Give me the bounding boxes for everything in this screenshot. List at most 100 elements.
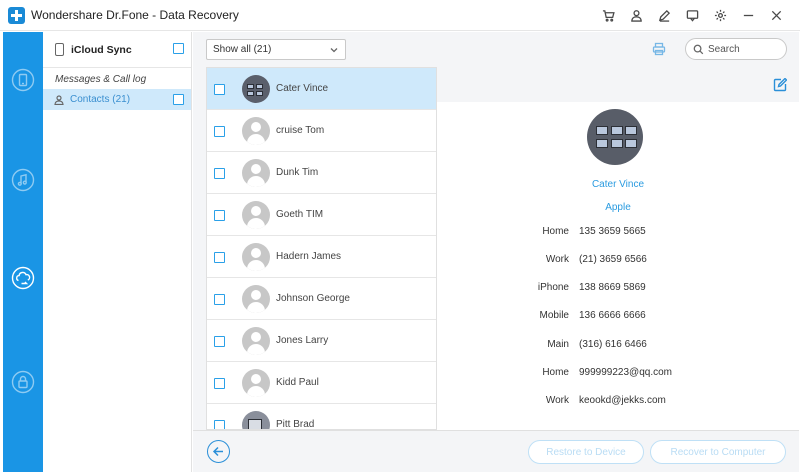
contact-name: Johnson George (276, 293, 350, 304)
row-checkbox[interactable] (214, 126, 225, 137)
row-checkbox[interactable] (214, 378, 225, 389)
device-recovery-icon[interactable] (11, 68, 35, 92)
detail-header (437, 67, 799, 102)
icloud-sync-icon[interactable] (11, 266, 35, 290)
feedback-icon[interactable] (678, 0, 706, 31)
search-icon (693, 44, 704, 54)
field-label: Work (545, 395, 569, 406)
titlebar-actions (594, 0, 790, 31)
gear-icon[interactable] (706, 0, 734, 31)
category-group-label: Messages & Call log (55, 74, 147, 85)
list-item[interactable]: Goeth TIM (207, 194, 436, 236)
list-item[interactable]: Jones Larry (207, 320, 436, 362)
contact-name: Pitt Brad (276, 419, 315, 430)
field-value: 135 3659 5665 (579, 226, 646, 237)
phone-icon (55, 43, 64, 56)
arrow-left-icon (212, 446, 223, 457)
person-icon (54, 94, 64, 105)
avatar (242, 117, 270, 145)
bottom-bar: Restore to Device Recover to Computer (193, 430, 799, 472)
window-title: Wondershare Dr.Fone - Data Recovery (31, 8, 239, 22)
field-label: Work (545, 254, 569, 265)
mode-rail (3, 32, 43, 472)
category-header: iCloud Sync (43, 32, 191, 68)
main-area: Show all (21) Cater Vince cruise Tom (193, 32, 799, 472)
contact-name: Goeth TIM (276, 209, 324, 220)
avatar (242, 411, 270, 429)
contact-name: Hadern James (276, 251, 342, 262)
list-item[interactable]: Cater Vince (207, 68, 436, 110)
restore-to-device-button[interactable]: Restore to Device (528, 440, 644, 464)
list-item[interactable]: Dunk Tim (207, 152, 436, 194)
list-item[interactable]: Hadern James (207, 236, 436, 278)
user-icon[interactable] (622, 0, 650, 31)
filter-select-value: Show all (21) (213, 44, 272, 55)
detail-field: Work keookd@jekks.com (437, 395, 799, 409)
search-box[interactable] (685, 38, 787, 60)
close-icon[interactable] (762, 0, 790, 31)
back-button[interactable] (207, 440, 230, 463)
avatar (242, 369, 270, 397)
minimize-icon[interactable] (734, 0, 762, 31)
field-label: Home (542, 226, 569, 237)
list-item[interactable]: Pitt Brad (207, 404, 436, 430)
category-item-label: Contacts (21) (70, 94, 131, 105)
row-checkbox[interactable] (214, 252, 225, 263)
app-logo-icon (8, 6, 25, 24)
row-checkbox[interactable] (214, 336, 225, 347)
contact-name: Jones Larry (276, 335, 329, 346)
detail-name: Cater Vince (591, 179, 645, 190)
field-value: keookd@jekks.com (579, 395, 666, 406)
field-value: (316) 616 6466 (579, 339, 647, 350)
field-value: 138 8669 5869 (579, 282, 646, 293)
detail-company: Apple (605, 202, 631, 213)
row-checkbox[interactable] (214, 294, 225, 305)
row-checkbox[interactable] (214, 210, 225, 221)
contacts-checkbox[interactable] (173, 94, 184, 105)
detail-field: Main (316) 616 6466 (437, 339, 799, 353)
category-item-contacts[interactable]: Contacts (21) (43, 89, 191, 110)
list-item[interactable]: Kidd Paul (207, 362, 436, 404)
search-input[interactable] (708, 43, 778, 55)
row-checkbox[interactable] (214, 420, 225, 429)
row-checkbox[interactable] (214, 168, 225, 179)
filter-select[interactable]: Show all (21) (206, 39, 346, 60)
pen-icon[interactable] (650, 0, 678, 31)
chevron-down-icon (329, 45, 339, 55)
category-panel: iCloud Sync Messages & Call log Contacts… (43, 32, 192, 472)
field-label: Home (542, 367, 569, 378)
itunes-music-icon[interactable] (11, 168, 35, 192)
field-label: Main (547, 339, 569, 350)
field-label: iPhone (537, 282, 569, 293)
detail-field: iPhone 138 8669 5869 (437, 282, 799, 296)
detail-field: Home 135 3659 5665 (437, 226, 799, 240)
contact-name: cruise Tom (276, 125, 325, 136)
contact-name: Kidd Paul (276, 377, 319, 388)
detail-field: Home 999999223@qq.com (437, 367, 799, 381)
lock-icon[interactable] (11, 370, 35, 394)
list-item[interactable]: cruise Tom (207, 110, 436, 152)
contact-list: Cater Vince cruise Tom Dunk Tim Goeth TI… (206, 67, 437, 430)
avatar (242, 159, 270, 187)
recover-to-computer-button[interactable]: Recover to Computer (650, 440, 786, 464)
detail-field: Work (21) 3659 6566 (437, 254, 799, 268)
avatar (242, 243, 270, 271)
avatar (242, 201, 270, 229)
avatar (242, 75, 270, 103)
print-icon[interactable] (652, 42, 666, 56)
cart-icon[interactable] (594, 0, 622, 31)
field-value: 999999223@qq.com (579, 367, 672, 378)
title-bar: Wondershare Dr.Fone - Data Recovery (0, 0, 800, 31)
toolbar: Show all (21) (193, 32, 799, 67)
field-label: Mobile (539, 310, 569, 321)
edit-icon[interactable] (773, 77, 788, 92)
field-value: 136 6666 6666 (579, 310, 646, 321)
field-value: (21) 3659 6566 (579, 254, 647, 265)
select-all-checkbox[interactable] (173, 43, 184, 54)
avatar (242, 285, 270, 313)
detail-field: Mobile 136 6666 6666 (437, 310, 799, 324)
contact-name: Dunk Tim (276, 167, 319, 178)
list-item[interactable]: Johnson George (207, 278, 436, 320)
contact-detail: Cater Vince Apple Home 135 3659 5665 Wor… (437, 67, 799, 430)
row-checkbox[interactable] (214, 84, 225, 95)
